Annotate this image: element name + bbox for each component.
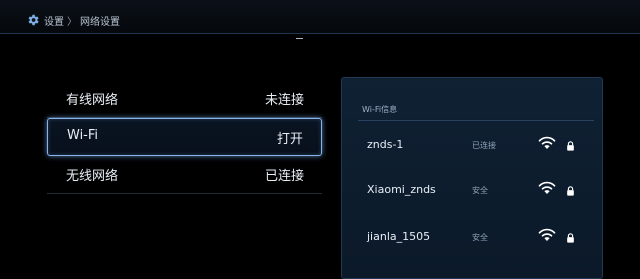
breadcrumb-current: 网络设置 bbox=[80, 17, 120, 28]
top-bar-divider bbox=[0, 33, 640, 34]
wifi-info-panel: Wi-Fi信息 znds-1 已连接 Xiaomi_znds 安全 jianla… bbox=[341, 77, 603, 279]
panel-title: Wi-Fi信息 bbox=[362, 105, 398, 114]
menu-item-value: 未连接 bbox=[264, 93, 304, 108]
menu-item-wifi[interactable]: Wi-Fi 打开 bbox=[47, 118, 322, 156]
network-status: 安全 bbox=[472, 233, 488, 242]
menu-item-value: 打开 bbox=[276, 132, 303, 147]
network-name: Xiaomi_znds bbox=[367, 183, 436, 196]
wifi-signal-icon bbox=[538, 136, 556, 149]
network-name: znds-1 bbox=[367, 138, 404, 151]
lock-icon bbox=[567, 186, 574, 196]
panel-divider bbox=[358, 120, 594, 121]
network-name: jianla_1505 bbox=[367, 230, 431, 243]
scroll-indicator bbox=[296, 38, 303, 39]
wifi-signal-icon bbox=[538, 228, 556, 241]
network-status: 已连接 bbox=[472, 141, 496, 150]
menu-item-value: 已连接 bbox=[264, 169, 304, 184]
network-item[interactable]: znds-1 已连接 bbox=[342, 132, 602, 162]
menu-item-wireless[interactable]: 无线网络 已连接 bbox=[47, 156, 322, 194]
gear-icon bbox=[28, 14, 39, 26]
wifi-signal-icon bbox=[538, 181, 556, 194]
network-status: 安全 bbox=[472, 186, 488, 195]
breadcrumb-separator: 〉 bbox=[67, 17, 77, 28]
menu-item-label: 无线网络 bbox=[66, 169, 119, 184]
network-menu: 有线网络 未连接 Wi-Fi 打开 无线网络 已连接 bbox=[47, 80, 322, 194]
breadcrumb-root[interactable]: 设置 bbox=[44, 17, 64, 28]
menu-item-label: 有线网络 bbox=[66, 93, 119, 108]
lock-icon bbox=[567, 233, 574, 243]
network-item[interactable]: jianla_1505 安全 bbox=[342, 224, 602, 254]
network-item[interactable]: Xiaomi_znds 安全 bbox=[342, 177, 602, 207]
breadcrumb: 设置〉网络设置 bbox=[44, 13, 120, 28]
lock-icon bbox=[567, 141, 574, 151]
menu-item-label: Wi-Fi bbox=[67, 128, 99, 143]
menu-item-wired[interactable]: 有线网络 未连接 bbox=[47, 80, 322, 118]
